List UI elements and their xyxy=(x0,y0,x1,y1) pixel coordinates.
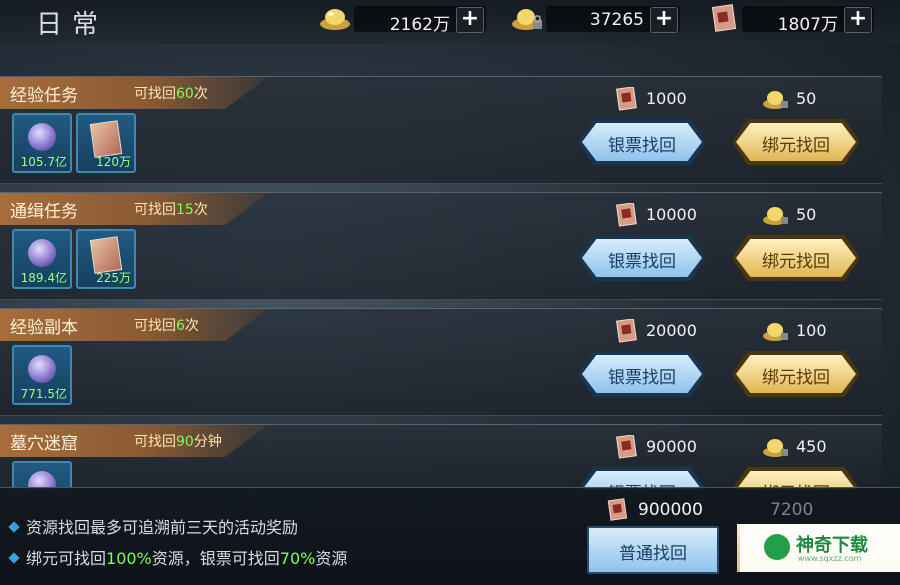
retrieve-count: 可找回6次 xyxy=(134,318,199,334)
silver-retrieve-button[interactable]: 银票找回 xyxy=(578,119,706,165)
task-row: 经验副本 可找回6次 771.5亿 20000 100 银票找回 绑元找回 xyxy=(0,308,882,416)
task-name: 通缉任务 xyxy=(10,202,78,222)
silver-note-icon xyxy=(615,87,637,111)
retrieve-count: 可找回90分钟 xyxy=(134,434,222,450)
bound-retrieve-button[interactable]: 绑元找回 xyxy=(732,119,860,165)
page-title: 日常 xyxy=(36,10,109,40)
resource-value: 2162万 xyxy=(389,15,450,35)
task-name: 墓穴迷窟 xyxy=(10,434,78,454)
bullet-icon xyxy=(8,552,20,564)
exp-orb-icon xyxy=(28,239,56,267)
task-row: 墓穴迷窟 可找回90分钟 90000 450 银票找回 绑元找回 xyxy=(0,424,882,490)
retrieve-count: 可找回15次 xyxy=(134,202,208,218)
resource-silver-note: 1807万 + xyxy=(706,4,874,35)
task-row: 经验任务 可找回60次 105.7亿 120万 1000 50 银票找回 绑元找… xyxy=(0,76,882,184)
reward-item[interactable]: 105.7亿 xyxy=(12,113,72,173)
reward-item[interactable]: 225万 xyxy=(76,229,136,289)
reward-item[interactable]: 771.5亿 xyxy=(12,345,72,405)
locked-gold-ingot-icon xyxy=(763,207,788,225)
exp-orb-icon xyxy=(28,355,56,383)
watermark-icon xyxy=(764,534,790,560)
watermark-logo: 神奇下载 www.sqxzz.com xyxy=(740,524,900,572)
normal-retrieve-button[interactable]: 普通找回 xyxy=(587,526,719,574)
resource-silver-ingot: 2162万 + xyxy=(318,4,486,35)
silver-note-icon xyxy=(711,4,737,32)
total-bound-cost: 7200 xyxy=(770,500,814,520)
silver-note-icon xyxy=(607,498,628,521)
silver-note-icon xyxy=(615,319,637,343)
retrieve-count: 可找回60次 xyxy=(134,86,208,102)
locked-gold-ingot-icon xyxy=(512,9,542,30)
task-row: 通缉任务 可找回15次 189.4亿 225万 10000 50 银票找回 绑元… xyxy=(0,192,882,300)
locked-gold-ingot-icon xyxy=(763,91,788,109)
resource-bound-gold: 37265 + xyxy=(510,4,680,33)
add-silver-button[interactable]: + xyxy=(456,7,484,33)
task-name: 经验任务 xyxy=(10,86,78,106)
bound-retrieve-button[interactable]: 绑元找回 xyxy=(732,351,860,397)
tip-line: 资源找回最多可追溯前三天的活动奖励 xyxy=(6,514,298,538)
reward-item[interactable]: 120万 xyxy=(76,113,136,173)
tip-line: 绑元可找回100%资源，银票可找回70%资源 xyxy=(6,545,347,569)
bullet-icon xyxy=(8,521,20,533)
locked-gold-ingot-icon xyxy=(763,323,788,341)
silver-note-icon xyxy=(615,203,637,227)
add-bound-gold-button[interactable]: + xyxy=(650,7,678,33)
silver-note-icon xyxy=(615,435,637,459)
resource-value: 37265 xyxy=(589,10,644,30)
task-name: 经验副本 xyxy=(10,318,78,338)
add-silver-note-button[interactable]: + xyxy=(844,7,872,33)
resource-value: 1807万 xyxy=(777,15,838,35)
silver-ingot-icon xyxy=(320,9,350,30)
footer-bar: 资源找回最多可追溯前三天的活动奖励 绑元可找回100%资源，银票可找回70%资源… xyxy=(0,487,900,585)
silver-retrieve-button[interactable]: 银票找回 xyxy=(578,351,706,397)
silver-retrieve-button[interactable]: 银票找回 xyxy=(578,235,706,281)
reward-item[interactable] xyxy=(12,461,72,489)
exp-orb-icon xyxy=(28,123,56,151)
bound-retrieve-button[interactable]: 绑元找回 xyxy=(732,235,860,281)
reward-item[interactable]: 189.4亿 xyxy=(12,229,72,289)
locked-gold-ingot-icon xyxy=(763,439,788,457)
top-bar: 日常 2162万 + 37265 + 1807万 + xyxy=(0,0,900,44)
